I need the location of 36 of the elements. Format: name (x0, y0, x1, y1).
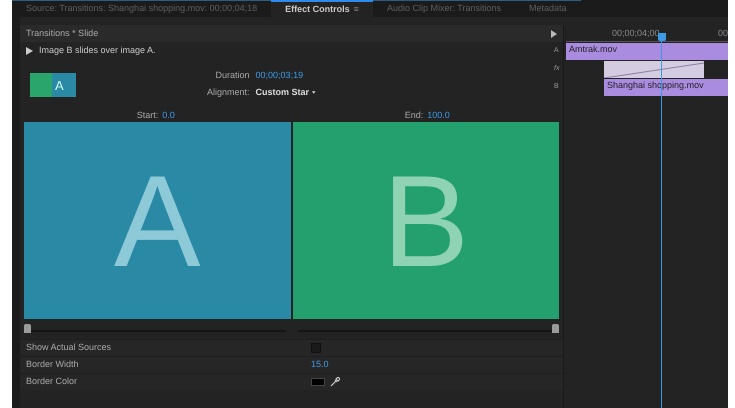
end-value[interactable]: 100.0 (427, 108, 450, 122)
timecode-label: 00;00;04;00 (612, 27, 660, 40)
end-label: End: (404, 108, 424, 122)
slide-thumbnail[interactable]: A (24, 62, 82, 106)
effect-title: Transitions * Slide (26, 26, 98, 40)
panel-menu-icon[interactable]: ≡ (354, 2, 359, 16)
property-label: Show Actual Sources (26, 341, 112, 354)
border-width-value[interactable]: 15.0 (311, 358, 329, 372)
effect-description: Image B slides over image A. (39, 44, 156, 57)
transition-block[interactable] (604, 61, 704, 78)
alignment-label: Alignment: (207, 86, 250, 99)
panel-tab[interactable]: Effect Controls ≡ (271, 0, 373, 17)
playhead-marker[interactable] (658, 33, 666, 41)
clip[interactable]: Amtrak.mov (566, 43, 728, 60)
slider-track[interactable] (24, 324, 286, 334)
duration-value[interactable]: 00;00;03;19 (256, 68, 316, 82)
color-swatch[interactable] (311, 378, 325, 386)
eyedropper-icon[interactable] (330, 377, 340, 387)
slider-thumb[interactable] (552, 324, 559, 333)
play-icon[interactable] (551, 30, 557, 38)
play-icon[interactable] (26, 46, 33, 54)
preview-letter: B (382, 156, 470, 286)
property-label: Border Color (26, 375, 78, 388)
panel-tab[interactable]: Audio Clip Mixer: Transitions (372, 0, 515, 17)
property-label: Border Width (26, 358, 80, 372)
preview-letter: A (114, 156, 201, 286)
caret-icon (312, 90, 316, 96)
timecode-label: 00 (718, 27, 728, 40)
slider-thumb[interactable] (24, 324, 31, 333)
duration-label: Duration (216, 68, 250, 82)
start-value[interactable]: 0.0 (162, 108, 175, 122)
alignment-dropdown[interactable]: Custom Star (256, 86, 316, 100)
start-label: Start: (136, 108, 158, 122)
panel-tab[interactable]: Source: Transitions: Shanghai shopping.mov: 00;00;04;18 (12, 0, 272, 17)
slider-track[interactable] (298, 324, 559, 334)
panel-tab[interactable]: Metadata (514, 0, 581, 17)
